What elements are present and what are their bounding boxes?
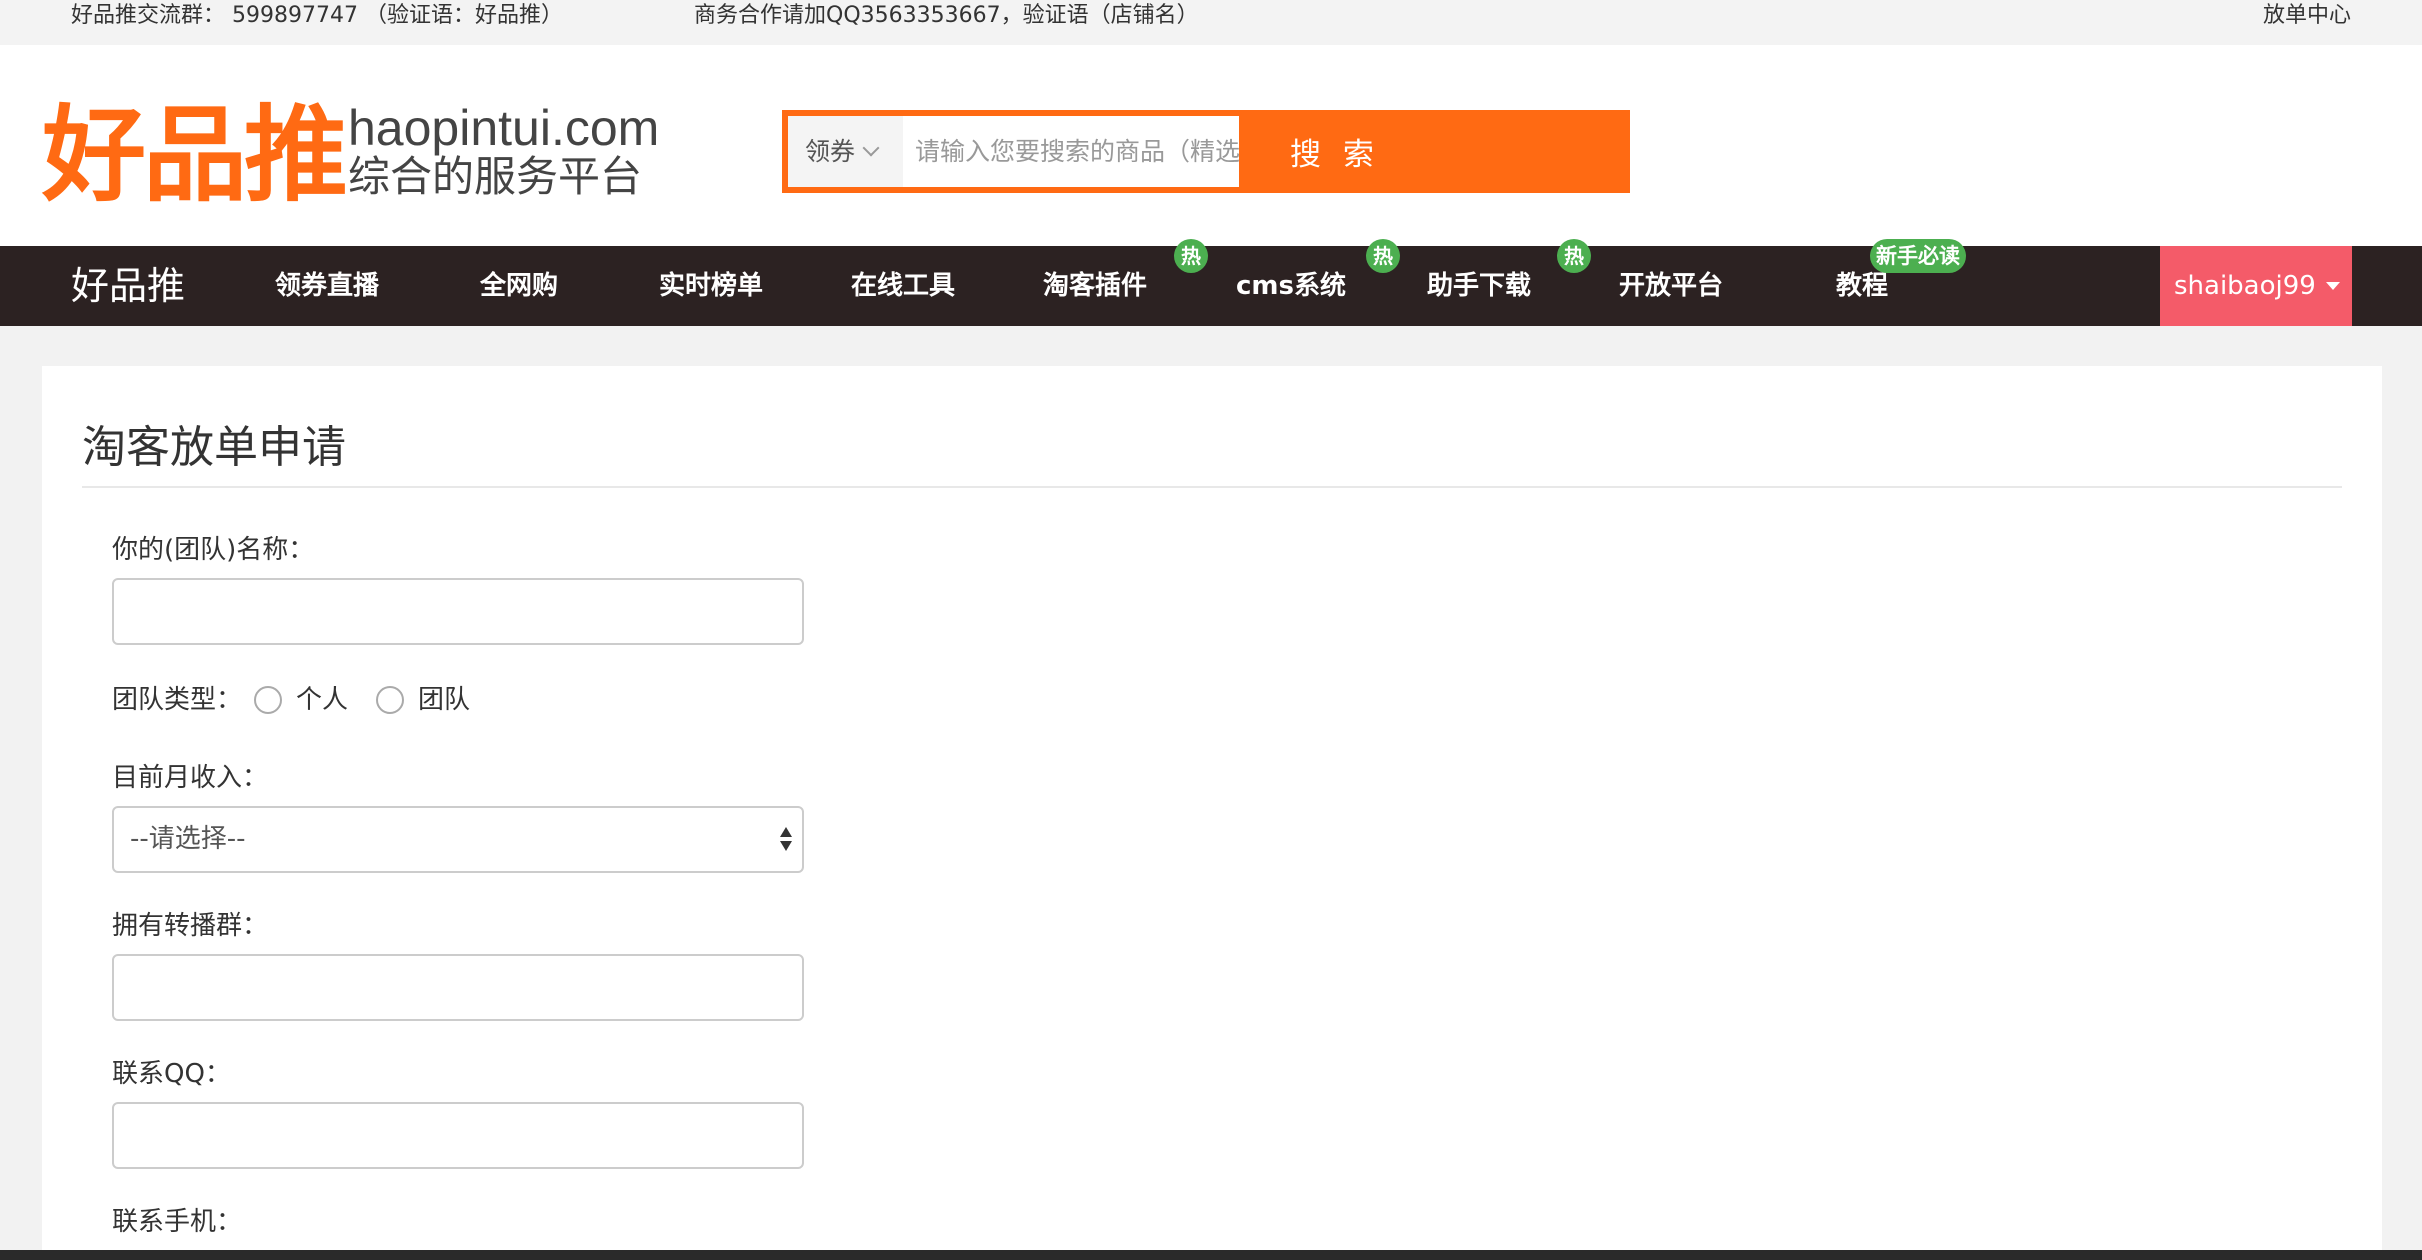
team-type-option-label: 团队 <box>418 685 471 715</box>
chevron-down-icon <box>862 139 880 157</box>
username: shaibaoj99 <box>2174 271 2316 301</box>
site-header: 好品推 haopintui.com 综合的服务平台 领券 搜 索 <box>0 45 2422 246</box>
application-form-card: 淘客放单申请 你的(团队)名称： 团队类型： 个人 团队 目前月收入： --请选… <box>42 366 2382 1260</box>
nav-item-download[interactable]: 助手下载 <box>1427 246 1531 326</box>
qq-label: 联系QQ： <box>112 1059 231 1089</box>
qq-group-info: 好品推交流群： 599897747 （验证语：好品推） <box>71 3 563 28</box>
divider <box>82 486 2342 488</box>
nav-item-all-shopping[interactable]: 全网购 <box>480 246 558 326</box>
logo-text: 好品推 <box>42 94 348 216</box>
income-select[interactable]: --请选择-- <box>112 806 804 873</box>
search-type-label: 领券 <box>805 137 856 166</box>
hot-badge: 热 <box>1174 239 1208 273</box>
income-selected-value: --请选择-- <box>130 824 246 854</box>
user-menu[interactable]: shaibaoj99 <box>2160 246 2352 326</box>
groups-input[interactable] <box>112 954 804 1021</box>
search-button[interactable]: 搜 索 <box>1245 116 1624 187</box>
page-title: 淘客放单申请 <box>82 422 346 473</box>
team-type-radio-individual[interactable] <box>254 686 282 714</box>
nav-brand[interactable]: 好品推 <box>71 246 185 326</box>
search-bar: 领券 搜 索 <box>782 110 1630 193</box>
phone-label: 联系手机： <box>112 1207 243 1237</box>
nav-item-open-platform[interactable]: 开放平台 <box>1619 246 1723 326</box>
groups-label: 拥有转播群： <box>112 911 269 941</box>
team-name-input[interactable] <box>112 578 804 645</box>
main-nav: 好品推 领券直播 全网购 实时榜单 在线工具 淘客插件 cms系统 助手下载 开… <box>0 246 2422 326</box>
business-contact-info: 商务合作请加QQ3563353667，验证语（店铺名） <box>694 3 1199 28</box>
team-type-radio-team[interactable] <box>376 686 404 714</box>
team-type-option-label: 个人 <box>296 685 349 715</box>
top-info-bar: 好品推交流群： 599897747 （验证语：好品推） 商务合作请加QQ3563… <box>0 0 2422 45</box>
search-input[interactable] <box>903 116 1239 187</box>
team-type-label: 团队类型： <box>112 685 243 715</box>
nav-item-coupon-live[interactable]: 领券直播 <box>275 246 379 326</box>
search-type-dropdown[interactable]: 领券 <box>788 116 903 187</box>
nav-item-online-tools[interactable]: 在线工具 <box>851 246 955 326</box>
team-name-label: 你的(团队)名称： <box>112 535 315 565</box>
nav-item-realtime-rank[interactable]: 实时榜单 <box>659 246 763 326</box>
income-label: 目前月收入： <box>112 763 269 793</box>
nav-item-plugin[interactable]: 淘客插件 <box>1043 246 1147 326</box>
order-center-link[interactable]: 放单中心 <box>2263 0 2351 32</box>
logo-slogan: 综合的服务平台 <box>348 152 643 201</box>
caret-down-icon <box>2325 282 2340 290</box>
nav-item-cms[interactable]: cms系统 <box>1236 246 1346 326</box>
logo-domain: haopintui.com <box>348 100 660 156</box>
hot-badge: 热 <box>1557 239 1591 273</box>
window-edge <box>0 1250 2422 1260</box>
new-user-badge: 新手必读 <box>1870 239 1966 273</box>
hot-badge: 热 <box>1366 239 1400 273</box>
qq-input[interactable] <box>112 1102 804 1169</box>
select-arrows-icon <box>780 827 792 853</box>
